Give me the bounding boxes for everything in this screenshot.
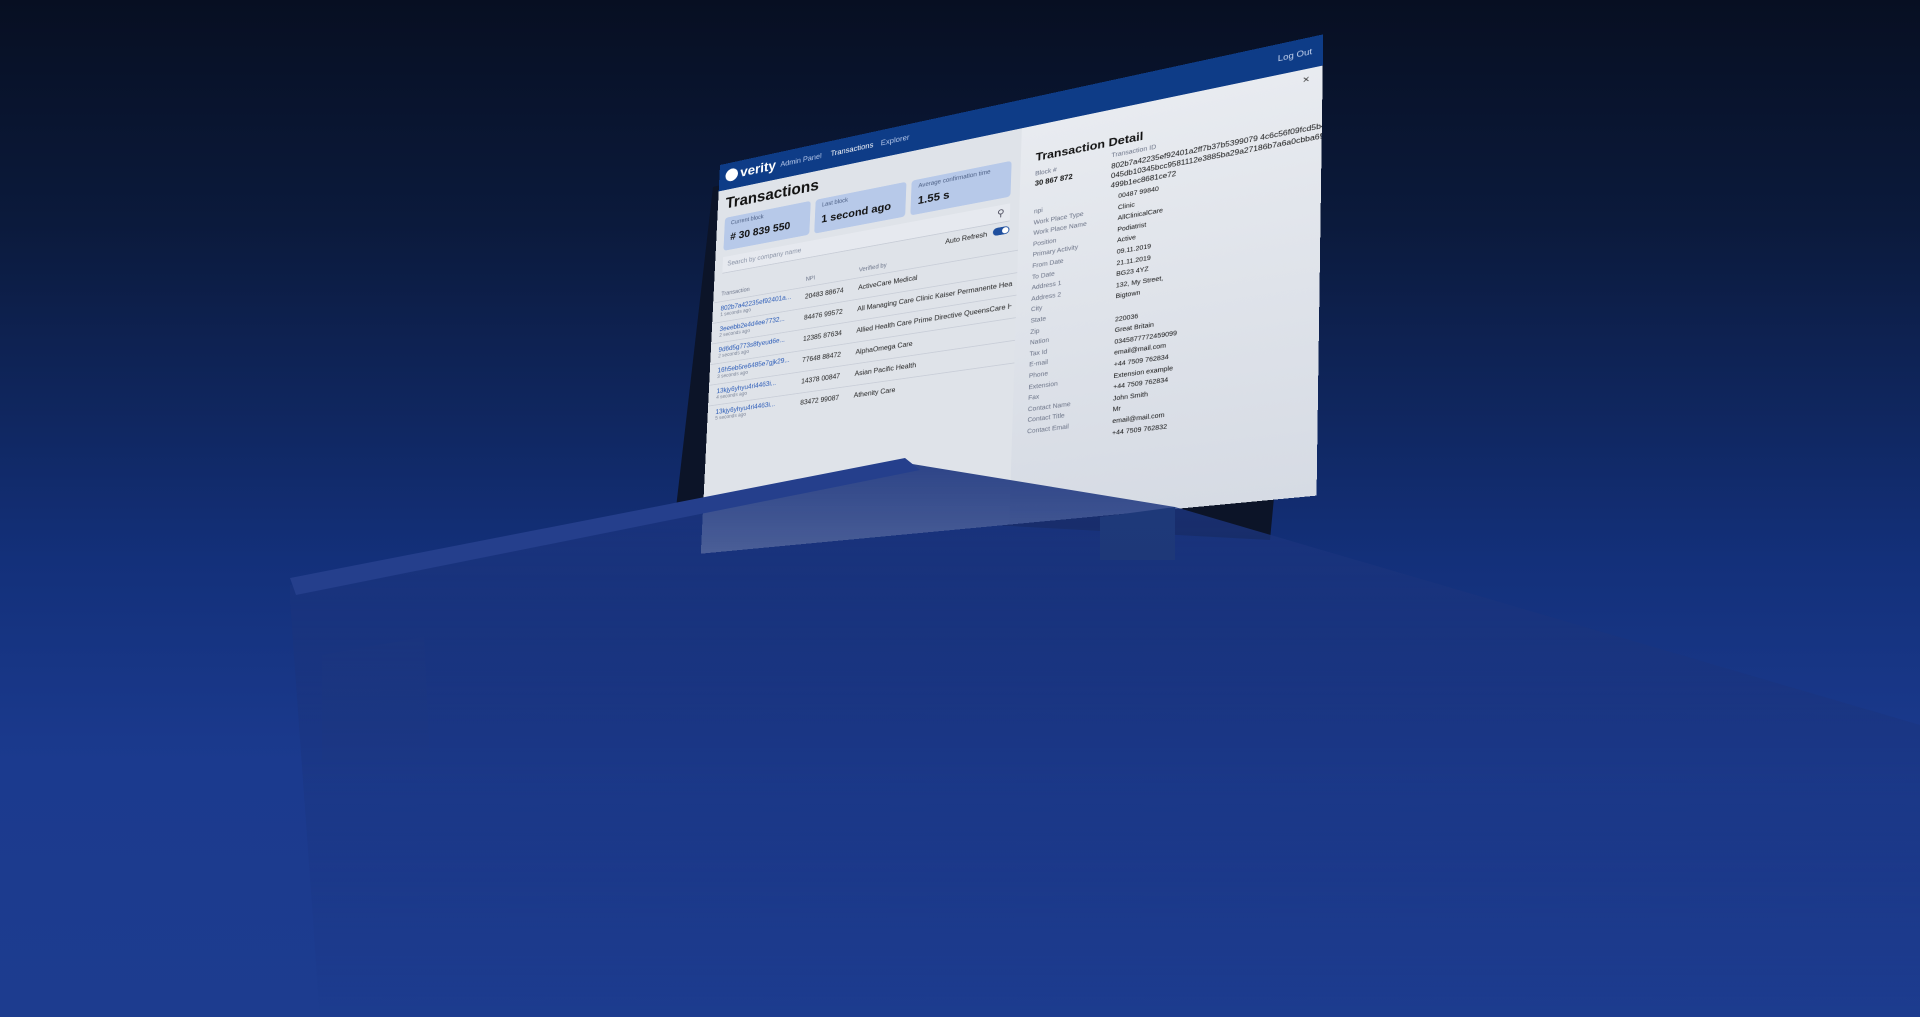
stat-value: 1.55 s (918, 188, 950, 207)
detail-field-label: Fax (1028, 394, 1039, 402)
nav-admin-panel[interactable]: Admin Panel (780, 152, 822, 169)
logo-mark-icon (725, 167, 738, 182)
npi-value: 12385 87634 (803, 329, 842, 342)
npi-value: 77648 88472 (802, 351, 841, 364)
column-header-transaction[interactable]: Transaction (721, 287, 750, 298)
column-header-verified-by[interactable]: Verified by (859, 263, 887, 274)
stat-label: Last block (822, 197, 848, 208)
detail-field-label: E-mail (1029, 360, 1048, 369)
detail-field-label: Phone (1029, 371, 1048, 380)
search-placeholder: Search by company name (727, 246, 801, 267)
detail-field-label: State (1030, 316, 1046, 324)
brand-name: verity (740, 157, 776, 180)
detail-field-label: Tax Id (1029, 349, 1047, 358)
detail-field-label: npi (1034, 208, 1043, 216)
npi-value: 84476 99572 (804, 308, 843, 322)
detail-field-label: Zip (1030, 328, 1039, 335)
auto-refresh-label: Auto Refresh (945, 230, 987, 245)
laptop-screen: verity Admin Panel Transactions Explorer… (701, 34, 1323, 553)
detail-field-label: City (1031, 306, 1043, 314)
close-icon[interactable]: × (1302, 74, 1309, 86)
detail-field-label: Nation (1030, 338, 1049, 347)
nav-transactions[interactable]: Transactions (831, 141, 874, 158)
npi-value: 14378 00847 (801, 372, 840, 385)
npi-value: 83472 99087 (800, 394, 839, 407)
auto-refresh-toggle[interactable] (993, 226, 1010, 237)
stat-label: Average confirmation time (918, 169, 990, 189)
logout-link[interactable]: Log Out (1278, 47, 1313, 63)
nav-explorer[interactable]: Explorer (881, 133, 910, 147)
npi-value: 20483 88674 (805, 286, 844, 300)
column-header-npi[interactable]: NPI (806, 275, 816, 282)
transaction-detail-panel: × Transaction Detail Block # 30 867 872 … (1009, 66, 1323, 525)
search-icon[interactable]: ⚲ (997, 207, 1005, 219)
detail-field-value: Mr (1113, 406, 1121, 413)
